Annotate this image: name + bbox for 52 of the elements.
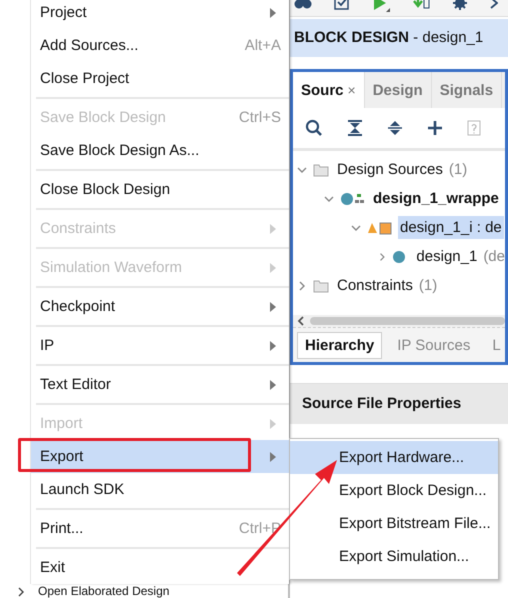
count-label: (de: [483, 248, 505, 265]
hierarchy-icon: [340, 190, 365, 206]
panel-title: Source File Properties: [290, 384, 508, 424]
tree-item[interactable]: Design Sources: [335, 158, 445, 181]
shortcut-label: Ctrl+S: [238, 109, 281, 126]
tree-item[interactable]: design_1: [414, 245, 480, 268]
menu-item[interactable]: Close Block Design: [31, 173, 289, 206]
scrollbar-thumb[interactable]: [310, 317, 505, 325]
tab[interactable]: Signals: [432, 72, 502, 108]
menu-item[interactable]: Export Block Design...: [290, 474, 498, 507]
collapse-all-icon[interactable]: [347, 120, 363, 136]
menu-item[interactable]: Launch SDK: [31, 473, 289, 506]
shortcut-label: Alt+A: [244, 37, 281, 54]
menu-item[interactable]: Exit: [31, 551, 289, 584]
tree-item[interactable]: Constraints: [335, 274, 415, 297]
settings-icon[interactable]: [452, 0, 468, 10]
chevron-icon[interactable]: [351, 222, 361, 232]
search-icon[interactable]: [305, 119, 323, 137]
chevron-icon[interactable]: [297, 164, 307, 174]
chevron-icon[interactable]: [378, 252, 386, 262]
add-icon[interactable]: [427, 120, 443, 136]
menu-item[interactable]: Export Simulation...: [290, 540, 498, 573]
tab[interactable]: Design: [364, 72, 432, 108]
tree-item[interactable]: Open Elaborated Design: [38, 585, 170, 598]
binoculars-icon[interactable]: [294, 0, 312, 10]
tree-item[interactable]: design_1_i : de: [398, 216, 504, 239]
close-icon[interactable]: ×: [348, 82, 356, 98]
download-icon[interactable]: [412, 0, 430, 10]
menu-item[interactable]: Export Hardware...: [290, 441, 498, 474]
menu-item[interactable]: Export Bitstream File...: [290, 507, 498, 540]
menu-item[interactable]: Text Editor: [31, 368, 289, 401]
chevron-icon[interactable]: [297, 280, 307, 290]
menu-item[interactable]: Save Block Design As...: [31, 134, 289, 167]
menu-item[interactable]: Add Sources... Alt+A: [31, 29, 289, 62]
expand-all-icon[interactable]: [387, 120, 403, 136]
menu-item[interactable]: Project: [31, 0, 289, 29]
menu-item[interactable]: Checkpoint: [31, 290, 289, 323]
count-label: (1): [418, 277, 438, 294]
count-label: (1): [448, 161, 468, 178]
checklist-icon[interactable]: [334, 0, 350, 10]
tab[interactable]: Sourc ×: [293, 72, 365, 108]
menu-item[interactable]: IP: [31, 329, 289, 362]
run-icon[interactable]: [372, 0, 390, 12]
scroll-left-icon[interactable]: [296, 316, 306, 326]
tree-item[interactable]: design_1_wrappe: [371, 187, 501, 210]
block-icon: [367, 220, 392, 236]
panel-header: BLOCK DESIGN - design_1: [290, 19, 508, 57]
folder-icon: [313, 278, 329, 294]
chevron-icon[interactable]: [324, 194, 334, 204]
menu-item[interactable]: Close Project: [31, 62, 289, 95]
tab[interactable]: Hierarchy: [297, 332, 382, 358]
folder-icon: [313, 162, 329, 178]
